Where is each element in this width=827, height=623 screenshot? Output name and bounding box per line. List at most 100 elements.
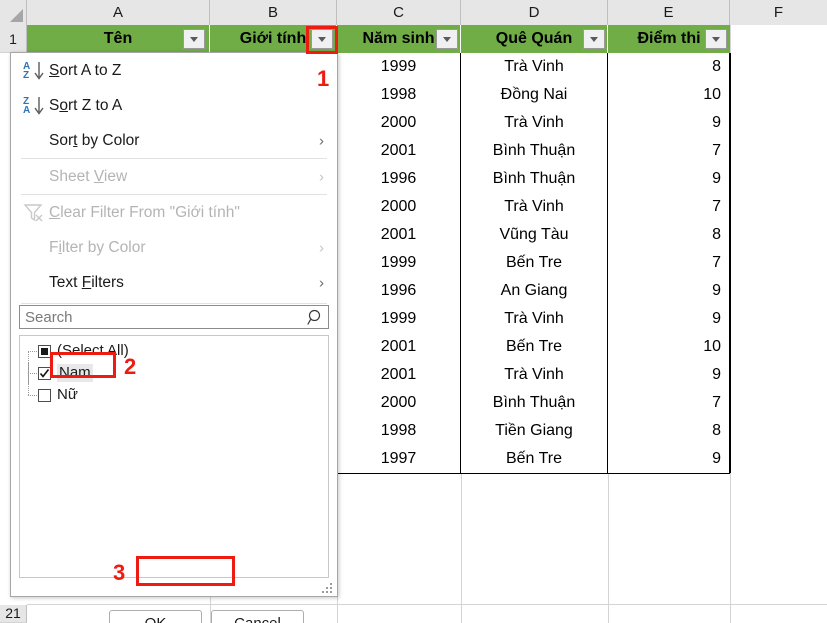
cell-nam-sinh[interactable]: 1999 (337, 249, 461, 277)
menu-item-label: Filter by Color (49, 238, 146, 256)
menu-item-sort-by-color[interactable]: Sort by Color › (11, 123, 337, 158)
chevron-down-icon (318, 36, 326, 42)
cell-que-quan[interactable]: Tiền Giang (461, 417, 608, 445)
filter-button-gioi-tinh[interactable] (311, 29, 333, 49)
cell-que-quan[interactable]: Bình Thuận (461, 389, 608, 417)
cell-diem-thi[interactable]: 7 (608, 249, 730, 277)
menu-item-clear-filter[interactable]: Clear Filter From "Giới tính" (11, 195, 337, 230)
menu-item-label: Sort by Color (49, 131, 140, 149)
cell-que-quan[interactable]: Vũng Tàu (461, 221, 608, 249)
down-arrow-icon (34, 61, 44, 80)
cell-diem-thi[interactable]: 8 (608, 221, 730, 249)
menu-item-filter-by-color[interactable]: Filter by Color › (11, 230, 337, 265)
cell-diem-thi[interactable]: 9 (608, 277, 730, 305)
column-header-f[interactable]: F (730, 0, 827, 25)
cell-diem-thi[interactable]: 9 (608, 165, 730, 193)
filter-button-ten[interactable] (183, 29, 205, 49)
cell-diem-thi[interactable]: 10 (608, 81, 730, 109)
cell-que-quan[interactable]: Trà Vinh (461, 109, 608, 137)
menu-item-text-filters[interactable]: Text Filters › (11, 265, 337, 300)
cell-que-quan[interactable]: Trà Vinh (461, 53, 608, 81)
cell-diem-thi[interactable]: 7 (608, 137, 730, 165)
checkbox-select-all[interactable] (38, 344, 51, 358)
filter-button-que-quan[interactable] (583, 29, 605, 49)
annotation-number-1: 1 (317, 66, 330, 91)
filter-button-nam-sinh[interactable] (436, 29, 458, 49)
cancel-button[interactable]: Cancel (211, 610, 304, 623)
cell-nam-sinh[interactable]: 1997 (337, 445, 461, 473)
down-arrow-icon (34, 96, 44, 115)
cell-diem-thi[interactable]: 10 (608, 333, 730, 361)
cell-que-quan[interactable]: Bến Tre (461, 333, 608, 361)
annotation-number-2: 2 (124, 354, 137, 379)
cell-que-quan[interactable]: Trà Vinh (461, 193, 608, 221)
list-item-select-all[interactable]: (Select All) (20, 340, 328, 373)
cell-que-quan[interactable]: Bình Thuận (461, 165, 608, 193)
ok-button[interactable]: OK (109, 610, 202, 623)
gridline-h-bottom (27, 604, 827, 605)
row-header-21[interactable]: 21 (0, 605, 27, 623)
column-header-b[interactable]: B (210, 0, 337, 25)
cell-que-quan[interactable]: An Giang (461, 277, 608, 305)
cell-nam-sinh[interactable]: 1998 (337, 417, 461, 445)
cell-que-quan[interactable]: Bến Tre (461, 445, 608, 473)
cell-nam-sinh[interactable]: 2000 (337, 109, 461, 137)
list-item-label: Nữ (57, 386, 78, 403)
cell-nam-sinh[interactable]: 2001 (337, 361, 461, 389)
cell-que-quan[interactable]: Trà Vinh (461, 305, 608, 333)
chevron-right-icon: › (319, 239, 324, 256)
cell-que-quan[interactable]: Bến Tre (461, 249, 608, 277)
resize-grip[interactable] (322, 583, 334, 593)
search-input[interactable]: Search (19, 305, 329, 329)
cell-diem-thi[interactable]: 9 (608, 361, 730, 389)
cell-nam-sinh[interactable]: 1998 (337, 81, 461, 109)
column-header-a[interactable]: A (27, 0, 210, 25)
cell-que-quan[interactable]: Bình Thuận (461, 137, 608, 165)
menu-item-sort-a-to-z[interactable]: A Z Sort A to Z (11, 53, 337, 88)
chevron-down-icon (712, 36, 720, 42)
chevron-right-icon: › (319, 274, 324, 291)
cell-nam-sinh[interactable]: 1996 (337, 165, 461, 193)
filter-dropdown-panel: A Z Sort A to Z Z A Sort Z to A Sort by … (10, 52, 338, 623)
cell-nam-sinh[interactable]: 2000 (337, 389, 461, 417)
checkbox-nam[interactable] (38, 366, 51, 380)
cell-diem-thi[interactable]: 7 (608, 193, 730, 221)
menu-separator (21, 303, 327, 304)
cell-nam-sinh[interactable]: 1999 (337, 305, 461, 333)
cell-nam-sinh[interactable]: 1999 (337, 53, 461, 81)
column-header-d[interactable]: D (461, 0, 608, 25)
cell-nam-sinh[interactable]: 1996 (337, 277, 461, 305)
cell-diem-thi[interactable]: 7 (608, 389, 730, 417)
chevron-right-icon: › (319, 168, 324, 185)
cell-nam-sinh[interactable]: 2001 (337, 221, 461, 249)
cell-nam-sinh[interactable]: 2000 (337, 193, 461, 221)
column-header-e[interactable]: E (608, 0, 730, 25)
cell-diem-thi[interactable]: 9 (608, 305, 730, 333)
cell-diem-thi[interactable]: 9 (608, 109, 730, 137)
cell-que-quan[interactable]: Đồng Nai (461, 81, 608, 109)
check-icon (39, 368, 50, 378)
excel-filter-screen: A B C D E F 1 21 Tên Giới tính Năm sinh … (0, 0, 827, 623)
cell-diem-thi[interactable]: 8 (608, 53, 730, 81)
filter-value-list[interactable]: (Select All) Nam Nữ (19, 335, 329, 578)
cell-diem-thi[interactable]: 8 (608, 417, 730, 445)
tree-connector (28, 373, 30, 395)
column-header-c[interactable]: C (337, 0, 461, 25)
clear-filter-icon (19, 203, 49, 223)
select-all-corner[interactable] (0, 0, 27, 25)
row-header-1[interactable]: 1 (0, 25, 27, 53)
cell-nam-sinh[interactable]: 2001 (337, 137, 461, 165)
menu-item-label: Sort A to Z (49, 61, 122, 79)
search-icon (302, 309, 328, 326)
menu-item-label: Sheet View (49, 167, 128, 185)
menu-item-sort-z-to-a[interactable]: Z A Sort Z to A (11, 88, 337, 123)
list-item-nu[interactable]: Nữ (20, 373, 328, 406)
cell-nam-sinh[interactable]: 2001 (337, 333, 461, 361)
cell-diem-thi[interactable]: 9 (608, 445, 730, 473)
list-item-nam[interactable]: Nam (20, 362, 328, 384)
menu-item-label: Clear Filter From "Giới tính" (49, 203, 240, 221)
cell-que-quan[interactable]: Trà Vinh (461, 361, 608, 389)
menu-item-sheet-view[interactable]: Sheet View › (11, 159, 337, 194)
checkbox-nu[interactable] (38, 388, 51, 402)
filter-button-diem-thi[interactable] (705, 29, 727, 49)
